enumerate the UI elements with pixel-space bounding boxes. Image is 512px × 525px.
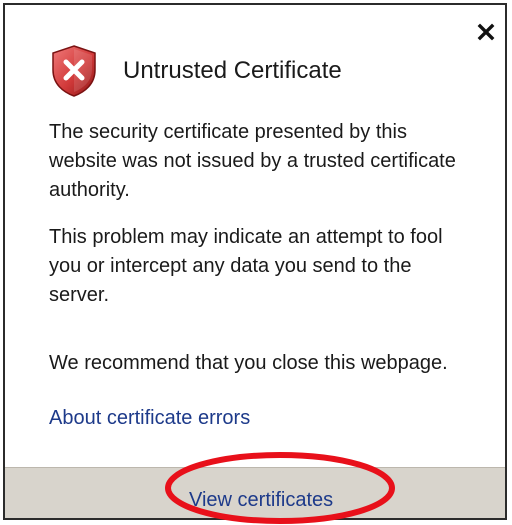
certificate-warning-dialog: Untrusted Certificate The security certi… bbox=[3, 3, 507, 520]
close-icon[interactable] bbox=[473, 19, 499, 45]
shield-error-icon bbox=[52, 45, 96, 97]
close-button[interactable] bbox=[473, 19, 499, 45]
dialog-body: The security certificate presented by th… bbox=[49, 118, 469, 433]
about-certificate-errors-link[interactable]: About certificate errors bbox=[49, 404, 250, 433]
warning-paragraph: The security certificate presented by th… bbox=[49, 121, 456, 201]
dialog-header: Untrusted Certificate bbox=[49, 44, 342, 98]
view-certificates-link[interactable]: View certificates bbox=[189, 487, 333, 513]
dialog-footer: View certificates bbox=[5, 467, 505, 518]
recommendation-paragraph: We recommend that you close this webpage… bbox=[49, 352, 448, 374]
warning-paragraph: This problem may indicate an attempt to … bbox=[49, 226, 443, 306]
dialog-title: Untrusted Certificate bbox=[123, 57, 342, 84]
